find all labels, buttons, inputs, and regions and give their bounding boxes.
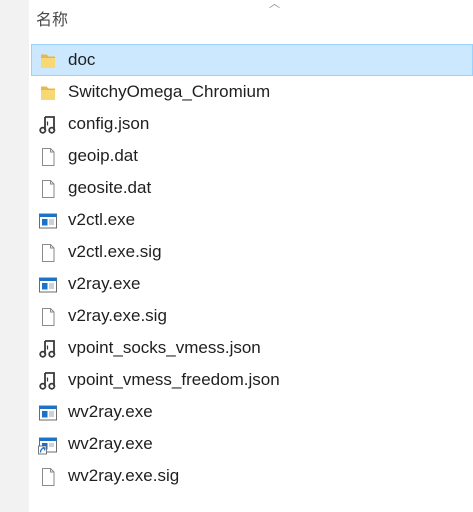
file-row[interactable]: v2ctl.exe	[31, 204, 473, 236]
json-file-icon	[38, 115, 58, 135]
file-row[interactable]: v2ctl.exe.sig	[31, 236, 473, 268]
exe-file-icon	[38, 211, 58, 231]
file-row[interactable]: v2ray.exe.sig	[31, 300, 473, 332]
file-row[interactable]: v2ray.exe	[31, 268, 473, 300]
file-name: vpoint_socks_vmess.json	[68, 338, 261, 357]
file-name: config.json	[68, 114, 150, 133]
file-row[interactable]: vpoint_socks_vmess.json	[31, 332, 473, 364]
file-name: v2ray.exe	[68, 274, 141, 293]
folder-icon	[38, 51, 58, 71]
folder-icon	[38, 83, 58, 103]
file-list: doc SwitchyOmega_Chromium config.json geoip…	[31, 44, 473, 492]
file-row[interactable]: vpoint_vmess_freedom.json	[31, 364, 473, 396]
exe-file-icon	[38, 403, 58, 423]
shortcut-icon	[38, 435, 58, 455]
file-row[interactable]: geoip.dat	[31, 140, 473, 172]
json-file-icon	[38, 371, 58, 391]
column-header-name[interactable]: 名称	[36, 6, 68, 30]
file-name: SwitchyOmega_Chromium	[68, 82, 271, 101]
file-name: geosite.dat	[68, 178, 152, 197]
file-name: wv2ray.exe	[68, 402, 153, 421]
blank-file-icon	[38, 179, 58, 199]
file-name: v2ctl.exe.sig	[68, 242, 162, 261]
file-name: v2ray.exe.sig	[68, 306, 167, 325]
column-header-bar: ︿ 名称	[29, 0, 473, 30]
file-name: geoip.dat	[68, 146, 138, 165]
navigation-pane-edge	[0, 0, 29, 512]
blank-file-icon	[38, 467, 58, 487]
file-row[interactable]: geosite.dat	[31, 172, 473, 204]
file-name: wv2ray.exe.sig	[68, 466, 180, 485]
file-row[interactable]: wv2ray.exe	[31, 396, 473, 428]
file-name: v2ctl.exe	[68, 210, 136, 229]
file-row[interactable]: config.json	[31, 108, 473, 140]
file-row[interactable]: doc	[31, 44, 473, 76]
file-row[interactable]: wv2ray.exe.sig	[31, 460, 473, 492]
blank-file-icon	[38, 243, 58, 263]
file-name: vpoint_vmess_freedom.json	[68, 370, 280, 389]
file-name: wv2ray.exe	[68, 434, 153, 453]
sort-caret-icon[interactable]: ︿	[269, 0, 280, 11]
exe-file-icon	[38, 275, 58, 295]
file-row[interactable]: wv2ray.exe	[31, 428, 473, 460]
blank-file-icon	[38, 147, 58, 167]
blank-file-icon	[38, 307, 58, 327]
file-row[interactable]: SwitchyOmega_Chromium	[31, 76, 473, 108]
file-name: doc	[68, 50, 96, 69]
json-file-icon	[38, 339, 58, 359]
